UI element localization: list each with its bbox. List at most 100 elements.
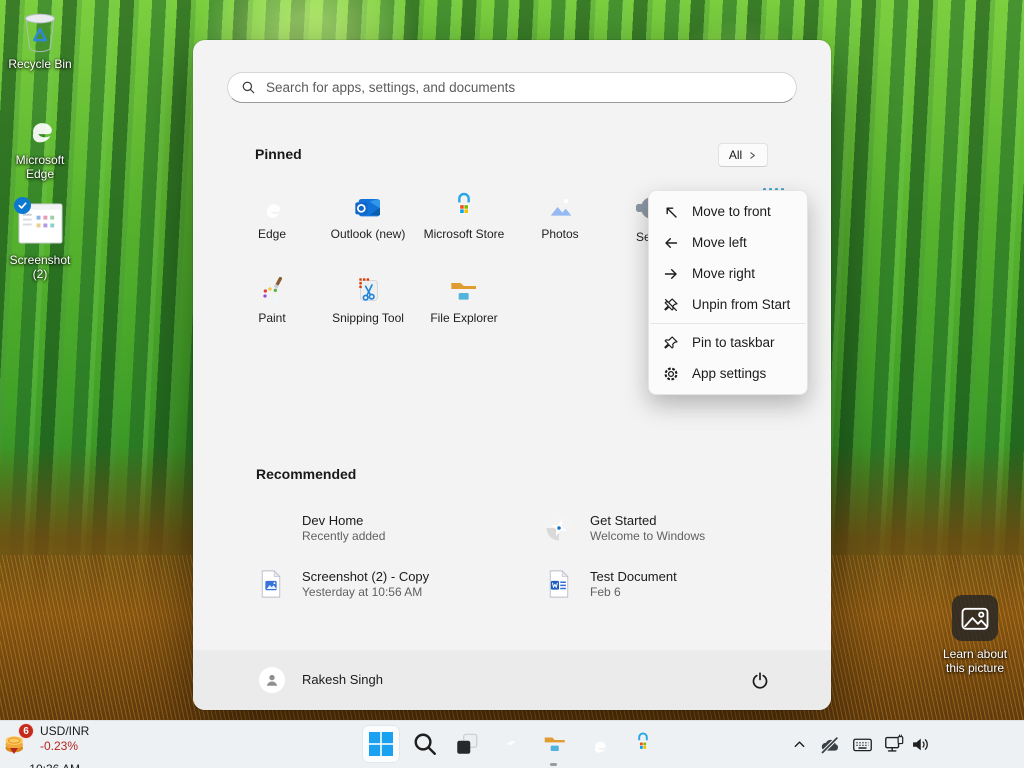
get-started-icon	[544, 513, 574, 543]
snipping-tool-icon	[352, 275, 384, 307]
pinned-app-photos[interactable]: Photos	[515, 191, 605, 241]
file-explorer-taskbar-icon[interactable]	[542, 731, 568, 757]
widgets-button[interactable]: 6 USD/INR -0.23%	[0, 721, 150, 761]
start-menu-panel: Pinned All Edge Outlook (new) Microsoft …	[193, 40, 831, 710]
volume-icon[interactable]	[910, 734, 931, 755]
pinned-all-button[interactable]: All	[718, 143, 768, 167]
recommended-item-subtitle: Recently added	[302, 529, 385, 544]
recommended-item-subtitle: Welcome to Windows	[590, 529, 705, 544]
learn-about-picture[interactable]: Learn about this picture	[930, 595, 1020, 675]
chevron-down-icon	[10, 748, 18, 754]
recommended-item-title: Screenshot (2) - Copy	[302, 569, 429, 585]
context-menu-label: App settings	[692, 366, 766, 381]
desktop-wallpaper: Recycle Bin Microsoft Edge Screenshot (2…	[0, 0, 1024, 768]
arrow-right-icon	[663, 266, 679, 282]
store-taskbar-icon[interactable]	[630, 731, 656, 757]
desktop-icon-label: Recycle Bin	[1, 57, 79, 71]
edge-taskbar-icon[interactable]	[586, 731, 612, 757]
context-menu-label: Unpin from Start	[692, 297, 790, 312]
desktop-icon-label: Microsoft Edge	[1, 153, 79, 181]
recommended-item-title: Get Started	[590, 513, 705, 529]
touch-keyboard-icon[interactable]	[852, 734, 873, 755]
all-button-label: All	[729, 148, 742, 162]
taskbar-search-icon[interactable]	[412, 731, 438, 757]
recommended-section-title: Recommended	[256, 466, 356, 482]
context-menu-label: Pin to taskbar	[692, 335, 775, 350]
search-input[interactable]	[256, 80, 796, 95]
power-button[interactable]	[745, 665, 775, 695]
start-menu-user-bar: Rakesh Singh	[193, 650, 831, 710]
app-context-menu: Move to front Move left Move right Unpin…	[648, 190, 808, 395]
dev-home-icon	[256, 513, 286, 543]
microsoft-store-icon	[448, 191, 480, 223]
recommended-test-document[interactable]: Test Document Feb 6	[544, 561, 814, 607]
context-menu-unpin-from-start[interactable]: Unpin from Start	[649, 289, 807, 320]
word-document-icon	[544, 569, 574, 599]
desktop-icon-microsoft-edge[interactable]: Microsoft Edge	[1, 104, 79, 181]
desktop-icon-label: Screenshot (2)	[1, 253, 79, 281]
person-icon	[264, 672, 280, 688]
recommended-item-title: Test Document	[590, 569, 677, 585]
paint-icon	[256, 275, 288, 307]
pinned-app-outlook-new[interactable]: Outlook (new)	[323, 191, 413, 241]
pinned-app-label: Photos	[515, 228, 605, 241]
outlook-icon	[352, 191, 384, 223]
chevron-right-icon	[748, 151, 757, 160]
user-avatar[interactable]	[259, 667, 285, 693]
context-menu-label: Move to front	[692, 204, 771, 219]
pinned-app-label: Outlook (new)	[323, 228, 413, 241]
recommended-dev-home[interactable]: Dev Home Recently added	[256, 505, 526, 551]
running-indicator	[550, 763, 557, 766]
file-explorer-icon	[448, 275, 480, 307]
context-menu-label: Move left	[692, 235, 747, 250]
copilot-icon[interactable]	[498, 731, 524, 757]
context-menu-separator	[650, 323, 806, 324]
recommended-get-started[interactable]: Get Started Welcome to Windows	[544, 505, 814, 551]
tray-chevron-up-icon[interactable]	[792, 737, 807, 752]
arrow-left-icon	[663, 235, 679, 251]
search-icon	[241, 80, 256, 95]
photos-icon	[544, 191, 576, 223]
start-search-box[interactable]	[227, 72, 797, 103]
recycle-bin-icon	[17, 8, 63, 54]
pinned-app-snipping-tool[interactable]: Snipping Tool	[323, 275, 413, 325]
context-menu-pin-to-taskbar[interactable]: Pin to taskbar	[649, 327, 807, 358]
learn-about-picture-tile[interactable]	[952, 595, 998, 641]
pinned-app-label: Paint	[227, 312, 317, 325]
pinned-app-microsoft-store[interactable]: Microsoft Store	[419, 191, 509, 241]
edge-icon	[256, 191, 288, 223]
pinned-app-label: Snipping Tool	[323, 312, 413, 325]
taskbar-clock[interactable]: 10:36 AM 3/19/2025	[0, 761, 80, 768]
network-icon[interactable]	[883, 733, 905, 755]
recommended-item-subtitle: Yesterday at 10:56 AM	[302, 585, 429, 600]
settings-icon-partial[interactable]	[635, 193, 648, 223]
pinned-app-file-explorer[interactable]: File Explorer	[419, 275, 509, 325]
widget-change: -0.23%	[40, 739, 89, 754]
picture-icon	[955, 598, 995, 638]
learn-about-picture-label: Learn about this picture	[936, 647, 1014, 675]
context-menu-move-left[interactable]: Move left	[649, 227, 807, 258]
desktop-icon-recycle-bin[interactable]: Recycle Bin	[1, 8, 79, 71]
desktop-icon-screenshot-2[interactable]: Screenshot (2)	[1, 202, 79, 281]
notification-badge: 6	[18, 723, 34, 739]
pin-icon	[663, 335, 679, 351]
taskbar: 6 USD/INR -0.23% 10:36 AM 3/19/2025	[0, 720, 1024, 768]
context-menu-label: Move right	[692, 266, 755, 281]
windows-start-icon[interactable]	[368, 731, 394, 757]
pinned-app-paint[interactable]: Paint	[227, 275, 317, 325]
pinned-app-edge[interactable]: Edge	[227, 191, 317, 241]
selected-check-badge	[14, 197, 31, 214]
onedrive-paused-icon[interactable]	[820, 735, 840, 755]
user-name[interactable]: Rakesh Singh	[302, 672, 383, 687]
edge-icon	[17, 104, 63, 150]
context-menu-move-right[interactable]: Move right	[649, 258, 807, 289]
clock-time: 10:36 AM	[0, 761, 80, 768]
pinned-app-label: File Explorer	[419, 312, 509, 325]
context-menu-app-settings[interactable]: App settings	[649, 358, 807, 389]
task-view-icon[interactable]	[454, 731, 480, 757]
check-icon	[17, 200, 28, 211]
gear-icon	[663, 366, 679, 382]
unpin-icon	[663, 297, 679, 313]
recommended-screenshot-copy[interactable]: Screenshot (2) - Copy Yesterday at 10:56…	[256, 561, 526, 607]
context-menu-move-to-front[interactable]: Move to front	[649, 196, 807, 227]
